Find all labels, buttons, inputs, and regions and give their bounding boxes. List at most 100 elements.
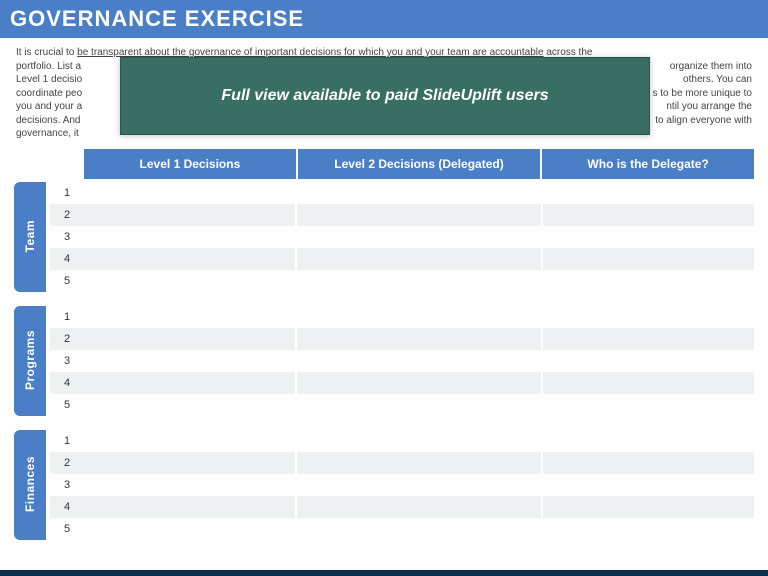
- col-header-level1: Level 1 Decisions: [84, 149, 296, 179]
- cell: [84, 248, 295, 270]
- cell: [84, 328, 295, 350]
- cell: [297, 270, 540, 292]
- cell: [297, 474, 540, 496]
- cell: [84, 452, 295, 474]
- table-row: [84, 518, 754, 540]
- cell: [543, 328, 754, 350]
- table-row: [84, 182, 754, 204]
- table-header-row: Level 1 Decisions Level 2 Decisions (Del…: [14, 149, 754, 179]
- cell: [543, 182, 754, 204]
- row-number-column: 1 2 3 4 5: [50, 306, 84, 416]
- cell: [297, 394, 540, 416]
- cell: [543, 394, 754, 416]
- col-header-level2: Level 2 Decisions (Delegated): [298, 149, 540, 179]
- row-number: 1: [50, 306, 84, 328]
- row-number: 3: [50, 350, 84, 372]
- intro-frag: portfolio. List a: [16, 61, 81, 72]
- table-rows: [84, 306, 754, 416]
- paywall-overlay: Full view available to paid SlideUplift …: [120, 57, 650, 135]
- table-row: [84, 452, 754, 474]
- side-tab-label: Finances: [23, 456, 37, 512]
- cell: [84, 496, 295, 518]
- header-spacer: [14, 149, 84, 179]
- cell: [84, 306, 295, 328]
- cell: [543, 248, 754, 270]
- cell: [297, 182, 540, 204]
- cell: [84, 518, 295, 540]
- cell: [297, 372, 540, 394]
- cell: [84, 270, 295, 292]
- cell: [297, 306, 540, 328]
- cell: [543, 204, 754, 226]
- table-row: [84, 394, 754, 416]
- cell: [543, 430, 754, 452]
- row-number: 3: [50, 226, 84, 248]
- cell: [84, 204, 295, 226]
- col-header-delegate: Who is the Delegate?: [542, 149, 754, 179]
- row-number: 5: [50, 394, 84, 416]
- side-tab-team: Team: [14, 182, 46, 292]
- cell: [543, 350, 754, 372]
- row-number: 3: [50, 474, 84, 496]
- side-tab-programs: Programs: [14, 306, 46, 416]
- row-number-column: 1 2 3 4 5: [50, 430, 84, 540]
- table-row: [84, 474, 754, 496]
- cell: [297, 248, 540, 270]
- section-finances: Finances 1 2 3 4 5: [14, 430, 754, 540]
- intro-frag: governance, it: [16, 128, 79, 139]
- section-programs: Programs 1 2 3 4 5: [14, 306, 754, 416]
- table-row: [84, 430, 754, 452]
- cell: [297, 518, 540, 540]
- row-number: 5: [50, 270, 84, 292]
- cell: [84, 350, 295, 372]
- section-team: Team 1 2 3 4 5: [14, 182, 754, 292]
- table-row: [84, 328, 754, 350]
- intro-frag: you and your a: [16, 101, 82, 112]
- table-row: [84, 248, 754, 270]
- intro-text: It is crucial to: [16, 47, 77, 58]
- intro-frag: Level 1 decisio: [16, 74, 82, 85]
- intro-frag: decisions. And: [16, 115, 81, 126]
- paywall-message: Full view available to paid SlideUplift …: [221, 87, 548, 105]
- row-number: 4: [50, 372, 84, 394]
- cell: [297, 204, 540, 226]
- table-row: [84, 306, 754, 328]
- cell: [297, 226, 540, 248]
- row-number-column: 1 2 3 4 5: [50, 182, 84, 292]
- side-tab-label: Programs: [23, 330, 37, 390]
- cell: [543, 452, 754, 474]
- cell: [297, 328, 540, 350]
- table-rows: [84, 182, 754, 292]
- table-rows: [84, 430, 754, 540]
- cell: [543, 372, 754, 394]
- cell: [84, 430, 295, 452]
- row-number: 1: [50, 430, 84, 452]
- footer-strip: [0, 570, 768, 576]
- intro-frag: organize them into: [670, 60, 752, 74]
- row-number: 4: [50, 248, 84, 270]
- page-title: GOVERNANCE EXERCISE: [0, 0, 768, 40]
- side-tab-label: Team: [23, 220, 37, 252]
- row-number: 2: [50, 328, 84, 350]
- table-row: [84, 226, 754, 248]
- row-number: 2: [50, 452, 84, 474]
- intro-frag: coordinate peo: [16, 88, 82, 99]
- cell: [297, 452, 540, 474]
- side-tab-finances: Finances: [14, 430, 46, 540]
- cell: [84, 182, 295, 204]
- table-row: [84, 204, 754, 226]
- table-row: [84, 350, 754, 372]
- cell: [543, 226, 754, 248]
- cell: [84, 394, 295, 416]
- row-number: 4: [50, 496, 84, 518]
- table-row: [84, 372, 754, 394]
- row-number: 2: [50, 204, 84, 226]
- row-number: 1: [50, 182, 84, 204]
- intro-frag: ntil you arrange the: [666, 100, 752, 114]
- cell: [543, 518, 754, 540]
- table-row: [84, 496, 754, 518]
- cell: [84, 372, 295, 394]
- intro-frag: to align everyone with: [655, 114, 752, 128]
- cell: [297, 430, 540, 452]
- intro-frag: others. You can: [683, 73, 752, 87]
